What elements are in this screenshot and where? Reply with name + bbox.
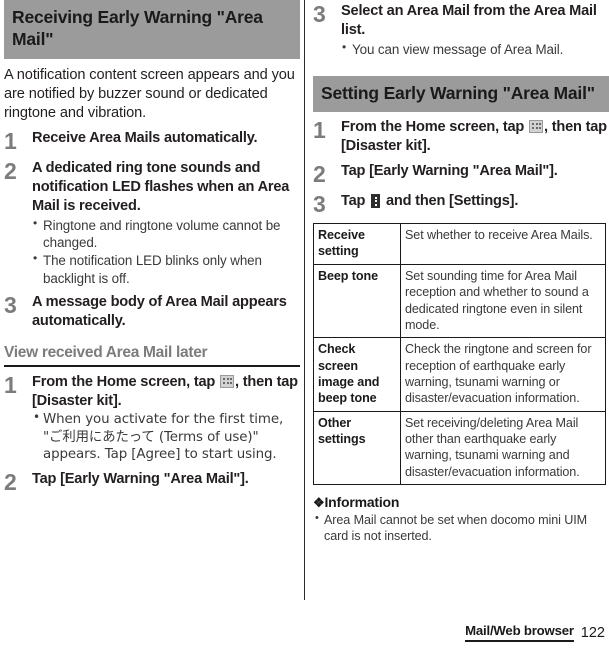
step-body: From the Home screen, tap , then tap [Di… <box>32 373 300 464</box>
table-cell-value: Set whether to receive Area Mails. <box>400 223 606 265</box>
step-number: 2 <box>313 161 326 188</box>
table-row: Receive setting Set whether to receive A… <box>313 223 606 265</box>
table-row: Other settings Set receiving/deleting Ar… <box>313 410 606 486</box>
information-heading: ❖Information <box>313 494 609 511</box>
step-item: 1 From the Home screen, tap , then tap [… <box>313 118 609 156</box>
table-cell-value: Set sounding time for Area Mail receptio… <box>400 263 606 339</box>
bullet-list: You can view message of Area Mail. <box>341 40 609 58</box>
subsection-rule <box>4 364 300 367</box>
step-number: 3 <box>313 1 326 27</box>
information-heading-text: Information <box>324 494 400 511</box>
table-cell-value: Set receiving/deleting Area Mail other t… <box>400 410 606 486</box>
step-title: Tap and then [Settings]. <box>341 192 609 211</box>
step-body: Receive Area Mails automatically. <box>32 129 300 148</box>
subsection-heading: View received Area Mail later <box>4 343 208 361</box>
step-item: 3 Tap and then [Settings]. <box>313 192 609 216</box>
bullet-item: You can view message of Area Mail. <box>341 40 609 58</box>
right-column: 3 Select an Area Mail from the Area Mail… <box>313 0 609 545</box>
manual-page: Receiving Early Warning "Area Mail" A no… <box>0 0 609 648</box>
step-title-text-after: and then [Settings]. <box>382 193 519 210</box>
step-item: 3 A message body of Area Mail appears au… <box>4 293 300 331</box>
information-list: Area Mail cannot be set when docomo mini… <box>313 511 609 545</box>
step-body: From the Home screen, tap , then tap [Di… <box>341 118 609 156</box>
table-cell-value: Check the ringtone and screen for recept… <box>400 337 606 412</box>
information-item: Area Mail cannot be set when docomo mini… <box>313 511 609 545</box>
step-body: Tap [Early Warning "Area Mail"]. <box>32 470 300 489</box>
column-divider <box>304 0 305 600</box>
table-row: Beep tone Set sounding time for Area Mai… <box>313 263 606 339</box>
step-title: Receive Area Mails automatically. <box>32 130 258 147</box>
footer-page-number: 122 <box>580 625 605 641</box>
step-body: Tap and then [Settings]. <box>341 192 609 211</box>
bullet-item: Ringtone and ringtone volume cannot be c… <box>32 216 300 252</box>
step-body: Select an Area Mail from the Area Mail l… <box>341 2 609 58</box>
step-title: Tap [Early Warning "Area Mail"]. <box>341 163 558 180</box>
overflow-menu-icon <box>371 194 381 209</box>
step-item: 1 From the Home screen, tap , then tap [… <box>4 373 300 464</box>
step-title: A dedicated ring tone sounds and notific… <box>32 160 290 214</box>
step-title: Tap [Early Warning "Area Mail"]. <box>32 470 249 487</box>
bullet-list: Ringtone and ringtone volume cannot be c… <box>32 216 300 288</box>
table-cell-key: Other settings <box>313 410 401 486</box>
page-footer: Mail/Web browser 122 <box>465 623 605 642</box>
step-number: 1 <box>313 117 326 144</box>
section-heading-setting: Setting Early Warning "Area Mail" <box>313 76 609 113</box>
step-title: Select an Area Mail from the Area Mail l… <box>341 3 597 38</box>
step-title: A message body of Area Mail appears auto… <box>32 294 287 330</box>
step-number: 1 <box>4 371 17 398</box>
left-column: Receiving Early Warning "Area Mail" A no… <box>4 0 300 494</box>
step-number: 3 <box>4 292 17 319</box>
bullet-list: When you activate for the first time, "ご… <box>32 410 300 463</box>
step-title-text-before: From the Home screen, tap <box>341 119 528 136</box>
step-title: From the Home screen, tap , then tap [Di… <box>32 373 300 411</box>
app-drawer-icon <box>220 374 234 388</box>
step-title-text-before: From the Home screen, tap <box>32 373 219 390</box>
step-title-text-before: Tap <box>341 193 370 210</box>
table-row: Check screen image and beep tone Check t… <box>313 337 606 412</box>
step-item: 2 A dedicated ring tone sounds and notif… <box>4 159 300 287</box>
table-cell-key: Beep tone <box>313 263 401 339</box>
bullet-item: The notification LED blinks only when ba… <box>32 251 300 287</box>
settings-table: Receive setting Set whether to receive A… <box>313 223 606 486</box>
step-body: A dedicated ring tone sounds and notific… <box>32 159 300 287</box>
step-title: From the Home screen, tap , then tap [Di… <box>341 118 609 156</box>
step-number: 2 <box>4 158 17 185</box>
bullet-item: When you activate for the first time, "ご… <box>32 410 300 463</box>
step-number: 1 <box>4 128 17 155</box>
table-cell-key: Check screen image and beep tone <box>313 337 401 412</box>
step-number: 2 <box>4 468 17 495</box>
step-body: A message body of Area Mail appears auto… <box>32 293 300 331</box>
diamond-icon: ❖ <box>313 495 325 511</box>
step-number: 3 <box>313 191 326 218</box>
table-cell-key: Receive setting <box>313 223 401 265</box>
step-item: 2 Tap [Early Warning "Area Mail"]. <box>4 470 300 494</box>
step-item: 3 Select an Area Mail from the Area Mail… <box>313 2 609 58</box>
app-drawer-icon <box>529 120 543 134</box>
section-heading-receiving: Receiving Early Warning "Area Mail" <box>4 0 300 59</box>
intro-paragraph: A notification content screen appears an… <box>4 66 295 121</box>
step-item: 2 Tap [Early Warning "Area Mail"]. <box>313 162 609 186</box>
footer-chapter-label: Mail/Web browser <box>465 623 574 642</box>
step-body: Tap [Early Warning "Area Mail"]. <box>341 162 609 181</box>
step-item: 1 Receive Area Mails automatically. <box>4 129 300 153</box>
